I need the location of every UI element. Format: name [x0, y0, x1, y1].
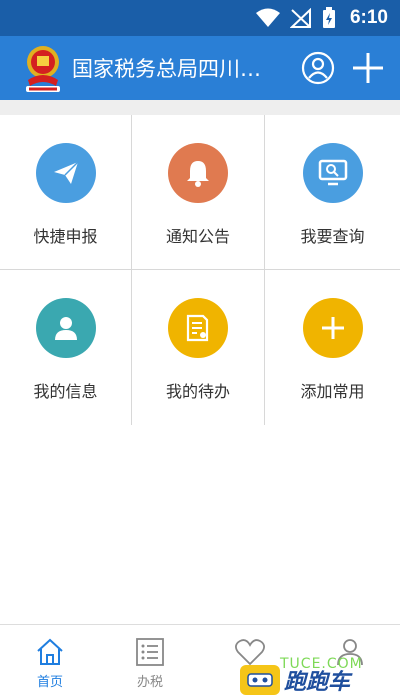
tile-icon-circle: [35, 298, 96, 358]
tile-icon-circle: [302, 298, 363, 358]
monitor-search-icon: [318, 159, 347, 186]
user-circle-icon: [301, 51, 335, 85]
list-icon: [136, 638, 164, 666]
tile-icon-circle: [168, 143, 228, 203]
tile-icon-circle: [168, 298, 228, 358]
function-grid: 快捷申报 通知公告 我要查询 我的信息 我的待办 添加常用: [0, 115, 400, 425]
app-bar: 国家税务总局四川…: [0, 36, 400, 100]
wifi-icon: [255, 8, 280, 27]
tile-label: 我的待办: [165, 382, 230, 401]
bell-icon: [187, 161, 209, 187]
nav-label: 办税: [136, 675, 163, 690]
section-divider: [0, 100, 400, 115]
nav-item-tax[interactable]: 办税: [100, 625, 200, 700]
add-button[interactable]: [350, 50, 386, 86]
no-signal-icon: [289, 8, 311, 28]
tile-label: 通知公告: [165, 227, 230, 246]
nav-item-home[interactable]: 首页: [0, 625, 100, 700]
watermark-logo-icon: [240, 665, 280, 695]
battery-charging-icon: [322, 7, 335, 28]
tile-query[interactable]: 我要查询: [265, 115, 400, 270]
document-pen-icon: [186, 314, 209, 342]
user-circle-button[interactable]: [300, 50, 336, 86]
app-title: 国家税务总局四川…: [72, 57, 261, 81]
status-time: 6:10: [349, 7, 388, 28]
status-bar: 6:10: [0, 0, 400, 36]
tile-label: 我的信息: [33, 382, 98, 401]
tile-add-favorite[interactable]: 添加常用: [265, 270, 400, 425]
plus-icon: [321, 317, 344, 339]
paper-plane-icon: [53, 161, 79, 184]
nav-label: 首页: [36, 675, 63, 690]
tax-emblem-icon: [20, 40, 66, 96]
tile-label: 添加常用: [300, 382, 365, 401]
tile-icon-circle: [302, 143, 363, 203]
home-icon: [37, 638, 63, 665]
tile-notices[interactable]: 通知公告: [132, 115, 265, 270]
person-icon: [54, 317, 77, 340]
tile-icon-circle: [35, 143, 96, 203]
site-watermark: TUCE.COM 跑跑车: [240, 656, 400, 700]
watermark-subtext: TUCE.COM: [280, 656, 363, 672]
tile-my-todo[interactable]: 我的待办: [132, 270, 265, 425]
tile-quick-declare[interactable]: 快捷申报: [0, 115, 132, 270]
tile-label: 快捷申报: [33, 227, 98, 246]
tile-label: 我要查询: [300, 227, 365, 246]
tile-my-info[interactable]: 我的信息: [0, 270, 132, 425]
plus-icon: [353, 53, 383, 83]
